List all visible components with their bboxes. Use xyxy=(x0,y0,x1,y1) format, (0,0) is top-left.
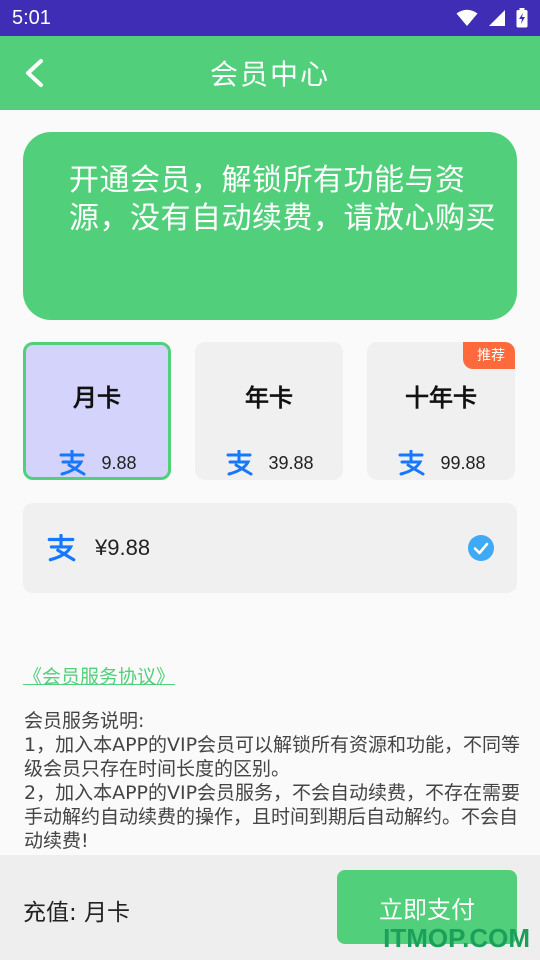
page-title: 会员中心 xyxy=(209,58,330,91)
app-bar: 会员中心 xyxy=(0,36,540,110)
status-icons xyxy=(456,8,528,28)
plan-card-ten-year[interactable]: 推荐 十年卡 99.88 xyxy=(367,342,515,480)
wifi-icon xyxy=(456,9,478,26)
alipay-icon xyxy=(59,450,86,476)
plan-name: 月卡 xyxy=(73,384,121,412)
plan-card-monthly[interactable]: 月卡 9.88 xyxy=(23,342,171,480)
plan-price-row: 39.88 xyxy=(195,450,343,476)
payment-method-alipay[interactable]: ¥9.88 xyxy=(23,503,517,593)
promo-banner: 开通会员，解锁所有功能与资 源，没有自动续费，请放心购买 xyxy=(23,132,517,320)
service-description: 会员服务说明: 1，加入本APP的VIP会员可以解锁所有资源和功能，不同等级会员… xyxy=(24,709,524,853)
banner-text: 开通会员，解锁所有功能与资 源，没有自动续费，请放心购买 xyxy=(69,163,496,236)
plan-price-row: 99.88 xyxy=(367,450,515,476)
plan-price: 9.88 xyxy=(101,452,137,473)
watermark: ITMOP.COM xyxy=(383,923,530,953)
payment-amount: ¥9.88 xyxy=(95,535,151,560)
check-circle-icon xyxy=(468,535,494,561)
plan-price-row: 9.88 xyxy=(26,450,168,476)
back-button[interactable] xyxy=(14,53,54,93)
battery-icon xyxy=(516,8,528,28)
plan-price: 39.88 xyxy=(268,452,314,473)
plan-price: 99.88 xyxy=(440,452,486,473)
status-time: 5:01 xyxy=(12,6,51,29)
plan-card-yearly[interactable]: 年卡 39.88 xyxy=(195,342,343,480)
recommend-badge: 推荐 xyxy=(463,342,515,369)
service-agreement-link[interactable]: 《会员服务协议》 xyxy=(23,662,175,689)
plan-name: 十年卡 xyxy=(405,384,477,412)
status-bar: 5:01 xyxy=(0,0,540,36)
alipay-icon xyxy=(226,450,253,476)
description-line-2: 2，加入本APP的VIP会员服务，不会自动续费，不存在需要手动解约自动续费的操作… xyxy=(24,782,521,852)
plan-name: 年卡 xyxy=(245,384,293,412)
alipay-icon xyxy=(47,534,76,562)
description-line-1: 1，加入本APP的VIP会员可以解锁所有资源和功能，不同等级会员只存在时间长度的… xyxy=(24,734,521,780)
alipay-icon xyxy=(398,450,425,476)
chevron-left-icon xyxy=(26,59,43,87)
charge-label: 充值: 月卡 xyxy=(23,900,131,926)
signal-icon xyxy=(489,10,505,26)
bottom-bar: 充值: 月卡 立即支付 ITMOP.COM xyxy=(0,855,540,960)
description-title: 会员服务说明: xyxy=(24,710,145,732)
